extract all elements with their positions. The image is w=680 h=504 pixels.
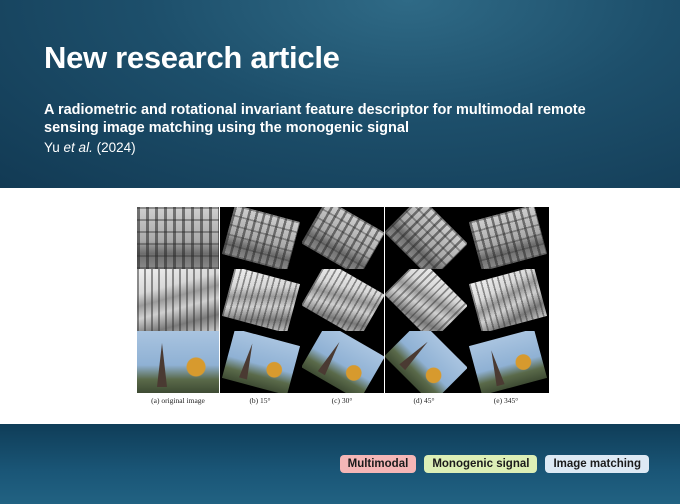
article-citation: Yu et al. (2024)	[44, 140, 136, 155]
figure-image-building-side-original	[137, 269, 219, 331]
figure-image-building-side-15	[219, 269, 302, 331]
figure-caption: (e) 345°	[493, 396, 519, 405]
figure-image-building-side-30	[302, 269, 384, 331]
citation-etal: et al.	[63, 140, 93, 155]
figure-image-building-side-45	[384, 269, 467, 331]
figure-image-building-front-15	[219, 207, 302, 269]
figure-captions: (a) original image (b) 15° (c) 30° (d) 4…	[137, 396, 549, 408]
figure-image-building-front-345	[467, 207, 549, 269]
page-title: New research article	[44, 40, 340, 75]
figure-caption: (b) 15°	[249, 396, 271, 405]
article-subtitle: A radiometric and rotational invariant f…	[44, 102, 586, 136]
tag-image-matching[interactable]: Image matching	[545, 455, 649, 473]
figure-image-dome-15	[219, 331, 302, 393]
figure-image-dome-original	[137, 331, 219, 393]
citation-year: (2024)	[96, 140, 136, 155]
article-figure: (a) original image (b) 15° (c) 30° (d) 4…	[137, 207, 549, 407]
figure-image-dome-30	[302, 331, 384, 393]
tag-multimodal[interactable]: Multimodal	[339, 455, 417, 473]
keyword-tags: Multimodal Monogenic signal Image matchi…	[339, 455, 649, 473]
citation-author: Yu	[44, 140, 60, 155]
figure-panel: (a) original image (b) 15° (c) 30° (d) 4…	[0, 188, 680, 424]
figure-image-dome-345	[467, 331, 549, 393]
tag-monogenic-signal[interactable]: Monogenic signal	[424, 455, 538, 473]
figure-image-building-front-30	[302, 207, 384, 269]
figure-image-building-front-45	[384, 207, 467, 269]
figure-caption: (c) 30°	[331, 396, 353, 405]
figure-image-building-front-original	[137, 207, 219, 269]
figure-image-dome-45	[384, 331, 467, 393]
footer-band: Multimodal Monogenic signal Image matchi…	[0, 424, 680, 504]
figure-image-grid	[137, 207, 549, 393]
figure-caption: (a) original image	[151, 396, 205, 405]
figure-image-building-side-345	[467, 269, 549, 331]
figure-caption: (d) 45°	[413, 396, 435, 405]
article-header: New research article A radiometric and r…	[0, 0, 680, 188]
